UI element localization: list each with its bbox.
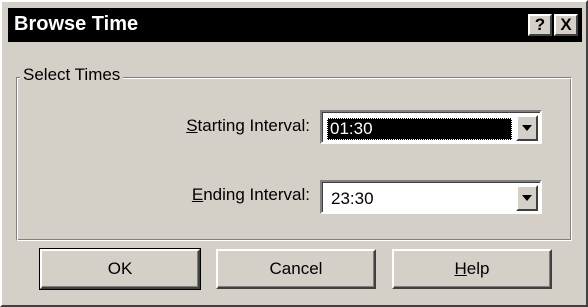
group-label: Select Times [20,65,124,85]
select-times-group [16,77,572,241]
starting-interval-value: 01:30 [327,118,512,140]
ending-interval-label: Ending Interval: [191,185,310,204]
ending-interval-dropdown-button[interactable] [516,185,538,211]
ok-button[interactable]: OK [39,248,201,290]
help-icon[interactable]: ? [528,14,552,36]
cancel-button[interactable]: Cancel [216,249,376,289]
dialog-title: Browse Time [14,13,139,35]
starting-interval-label: Starting Interval: [186,116,310,135]
ending-interval-value: 23:30 [331,189,374,208]
title-bar[interactable]: Browse Time ? X [8,8,582,42]
chevron-down-icon [522,125,532,131]
starting-interval-dropdown-button[interactable] [516,115,538,141]
help-button[interactable]: Help [392,249,552,289]
starting-interval-combo[interactable]: 01:30 [320,110,542,144]
ending-interval-combo[interactable]: 23:30 [320,180,542,214]
chevron-down-icon [522,195,532,201]
close-icon[interactable]: X [554,14,578,36]
browse-time-dialog: Browse Time ? X Select Times Starting In… [0,0,588,307]
